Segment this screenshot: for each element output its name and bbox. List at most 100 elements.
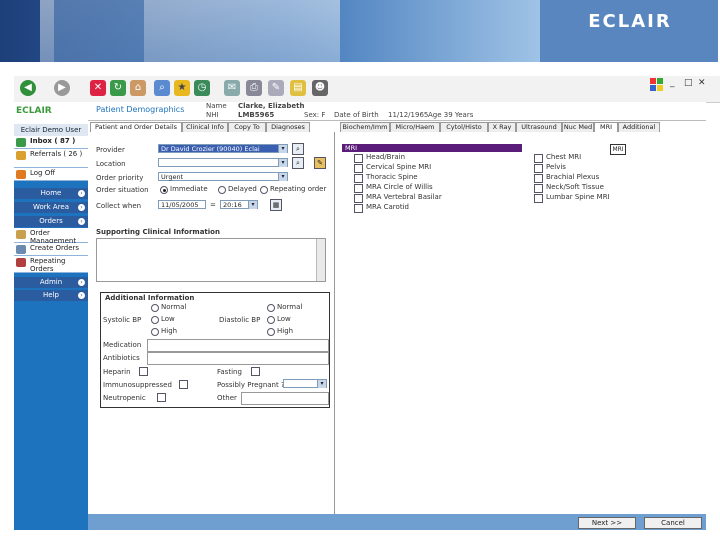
header-banner: ECLAIR xyxy=(0,0,720,62)
situation-immediate-radio[interactable] xyxy=(160,186,168,194)
mri-checkbox[interactable] xyxy=(354,174,363,183)
additional-info-box: Additional Information Systolic BP Norma… xyxy=(100,292,330,408)
neutropenic-checkbox[interactable] xyxy=(157,393,166,402)
chevron-right-icon: › xyxy=(78,279,85,286)
tab-diagnoses[interactable]: Diagnoses xyxy=(266,122,310,132)
favorites-icon[interactable]: ★ xyxy=(174,80,190,96)
chevron-down-icon: ▾ xyxy=(317,380,326,388)
right-tabs: Biochem/Imm Micro/Haem Cytol/Histo X Ray… xyxy=(340,122,706,132)
sidebar-item-inbox[interactable]: Inbox ( 87 ) xyxy=(14,136,88,149)
refresh-icon[interactable]: ↻ xyxy=(110,80,126,96)
cancel-button[interactable]: Cancel xyxy=(644,517,702,529)
mri-checkbox[interactable] xyxy=(534,164,543,173)
mri-checkbox[interactable] xyxy=(354,194,363,203)
search-icon: ⌕ xyxy=(296,159,300,167)
fasting-checkbox[interactable] xyxy=(251,367,260,376)
supporting-info-textarea[interactable] xyxy=(96,238,326,282)
heparin-checkbox[interactable] xyxy=(139,367,148,376)
provider-select[interactable]: Dr David Crozier (90040) Eclai ▾ xyxy=(158,144,288,153)
priority-select[interactable]: Urgent ▾ xyxy=(158,172,288,181)
tab-biochem[interactable]: Biochem/Imm xyxy=(340,122,390,132)
mri-test-label: Chest MRI xyxy=(546,153,582,161)
forward-icon[interactable]: ▶ xyxy=(54,80,70,96)
antibiotics-input[interactable] xyxy=(147,352,329,365)
systolic-normal-radio[interactable] xyxy=(151,304,159,312)
patient-header: Patient Demographics Name Clarke, Elizab… xyxy=(88,102,706,121)
additional-info-title: Additional Information xyxy=(105,294,195,302)
chevron-down-icon: ▾ xyxy=(278,173,287,181)
back-icon[interactable]: ◀ xyxy=(20,80,36,96)
close-button[interactable]: ✕ xyxy=(698,78,706,88)
calendar-button[interactable]: ▦ xyxy=(270,199,282,211)
tab-clinical-info[interactable]: Clinical Info xyxy=(182,122,228,132)
user-header: Eclair Demo User xyxy=(14,124,88,136)
messenger-icon[interactable]: ☻ xyxy=(312,80,328,96)
situation-repeating-radio[interactable] xyxy=(260,186,268,194)
sidebar-item-repeating-orders[interactable]: Repeating Orders xyxy=(14,256,88,273)
main-panel: Patient Demographics Name Clarke, Elizab… xyxy=(88,102,706,530)
tab-copy-to[interactable]: Copy To xyxy=(228,122,266,132)
diastolic-high-radio[interactable] xyxy=(267,328,275,336)
mri-test-label: Neck/Soft Tissue xyxy=(546,183,604,191)
home-icon[interactable]: ⌂ xyxy=(130,80,146,96)
collect-date-input[interactable]: 11/05/2005 xyxy=(158,200,206,209)
next-button[interactable]: Next >> xyxy=(578,517,636,529)
sidebar-section-home[interactable]: Home › xyxy=(14,188,88,199)
minimize-button[interactable]: _ xyxy=(670,78,675,88)
diastolic-normal-radio[interactable] xyxy=(267,304,275,312)
search-icon[interactable]: ⌕ xyxy=(154,80,170,96)
tab-patient-order-details[interactable]: Patient and Order Details xyxy=(90,122,182,132)
stop-icon[interactable]: ✕ xyxy=(90,80,106,96)
mri-checkbox[interactable] xyxy=(534,194,543,203)
mri-checkbox[interactable] xyxy=(534,184,543,193)
collect-time-select[interactable]: 20:16 ▾ xyxy=(220,200,258,209)
other-input[interactable] xyxy=(241,392,329,405)
immunosuppressed-checkbox[interactable] xyxy=(179,380,188,389)
repeating-orders-icon xyxy=(16,258,26,267)
sidebar-item-order-management[interactable]: Order Management xyxy=(14,228,88,245)
tab-cytol-histo[interactable]: Cytol/Histo xyxy=(440,122,488,132)
sidebar-item-create-orders[interactable]: Create Orders xyxy=(14,243,88,256)
systolic-low-radio[interactable] xyxy=(151,316,159,324)
edit-icon[interactable]: ✎ xyxy=(268,80,284,96)
mri-checkbox[interactable] xyxy=(534,174,543,183)
sidebar-section-work-area[interactable]: Work Area › xyxy=(14,202,88,213)
sidebar-section-orders[interactable]: Orders ‹ xyxy=(14,216,88,227)
mri-checkbox[interactable] xyxy=(354,154,363,163)
chevron-down-icon: ‹ xyxy=(78,218,85,225)
diastolic-low-radio[interactable] xyxy=(267,316,275,324)
maximize-button[interactable]: □ xyxy=(684,78,693,88)
print-icon[interactable]: ⎙ xyxy=(246,80,262,96)
pregnant-select[interactable]: ▾ xyxy=(283,379,327,388)
mri-test-label: Brachial Plexus xyxy=(546,173,600,181)
mri-checkbox[interactable] xyxy=(354,184,363,193)
mri-checkbox[interactable] xyxy=(354,164,363,173)
mri-checkbox[interactable] xyxy=(354,204,363,213)
tab-micro-haem[interactable]: Micro/Haem xyxy=(390,122,440,132)
sidebar-section-admin[interactable]: Admin › xyxy=(14,277,88,288)
sidebar-item-referrals[interactable]: Referrals ( 26 ) xyxy=(14,149,88,168)
tab-xray[interactable]: X Ray xyxy=(488,122,516,132)
folder-icon[interactable]: ▤ xyxy=(290,80,306,96)
tab-additional[interactable]: Additional xyxy=(618,122,660,132)
systolic-high-radio[interactable] xyxy=(151,328,159,336)
mri-section-header: MRI xyxy=(342,144,522,152)
inbox-icon xyxy=(16,138,26,147)
sidebar-section-help[interactable]: Help › xyxy=(14,290,88,301)
tab-ultrasound[interactable]: Ultrasound xyxy=(516,122,562,132)
location-edit-button[interactable]: ✎ xyxy=(314,157,326,169)
medication-input[interactable] xyxy=(147,339,329,352)
mri-checkbox[interactable] xyxy=(534,154,543,163)
chevron-right-icon: › xyxy=(78,204,85,211)
mri-test-label: Thoracic Spine xyxy=(366,173,418,181)
history-icon[interactable]: ◷ xyxy=(194,80,210,96)
location-search-button[interactable]: ⌕ xyxy=(292,157,304,169)
mail-icon[interactable]: ✉ xyxy=(224,80,240,96)
scrollbar[interactable] xyxy=(316,239,325,281)
sidebar-item-logoff[interactable]: Log Off xyxy=(14,168,88,181)
location-select[interactable]: ▾ xyxy=(158,158,288,167)
tab-nuc-med[interactable]: Nuc Med xyxy=(562,122,594,132)
tab-mri[interactable]: MRI xyxy=(594,122,618,132)
provider-search-button[interactable]: ⌕ xyxy=(292,143,304,155)
situation-delayed-radio[interactable] xyxy=(218,186,226,194)
